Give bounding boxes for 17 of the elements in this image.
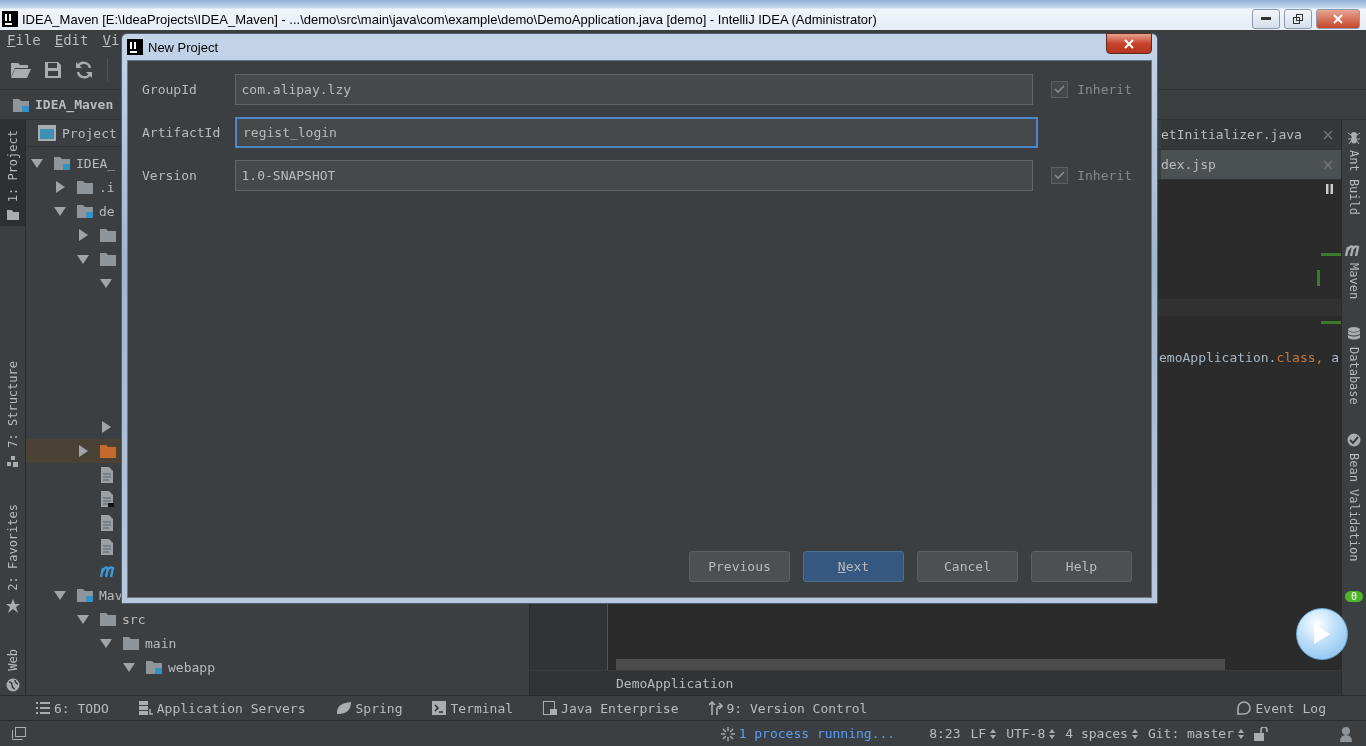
tree-label: webapp	[168, 659, 215, 675]
field-label: ArtifactId	[142, 125, 222, 140]
code-line: emoApplication.class, a	[1158, 350, 1341, 367]
checkbox-label: Inherit	[1077, 82, 1132, 97]
tree-label: src	[122, 611, 146, 627]
notification-badge: 0	[1345, 591, 1363, 603]
tree-label: main	[145, 635, 177, 651]
tree-label: Mav	[99, 587, 123, 603]
window-title: IDEA_Maven [E:\IdeaProjects\IDEA_Maven] - ...\demo\src\main\java\com\example\demo\DemoApplication.java [demo] - IntelliJ IDEA (Administrator)	[22, 11, 878, 27]
panel-title: Project	[62, 125, 117, 141]
checkbox-label: Inherit	[1077, 168, 1132, 183]
tree-label: de	[99, 203, 115, 219]
field-label: Version	[142, 168, 198, 183]
tree-label: IDEA_	[76, 155, 116, 171]
tree-label: .i	[99, 179, 115, 195]
field-label: GroupId	[142, 82, 198, 97]
dialog-title: New Project	[148, 39, 220, 55]
